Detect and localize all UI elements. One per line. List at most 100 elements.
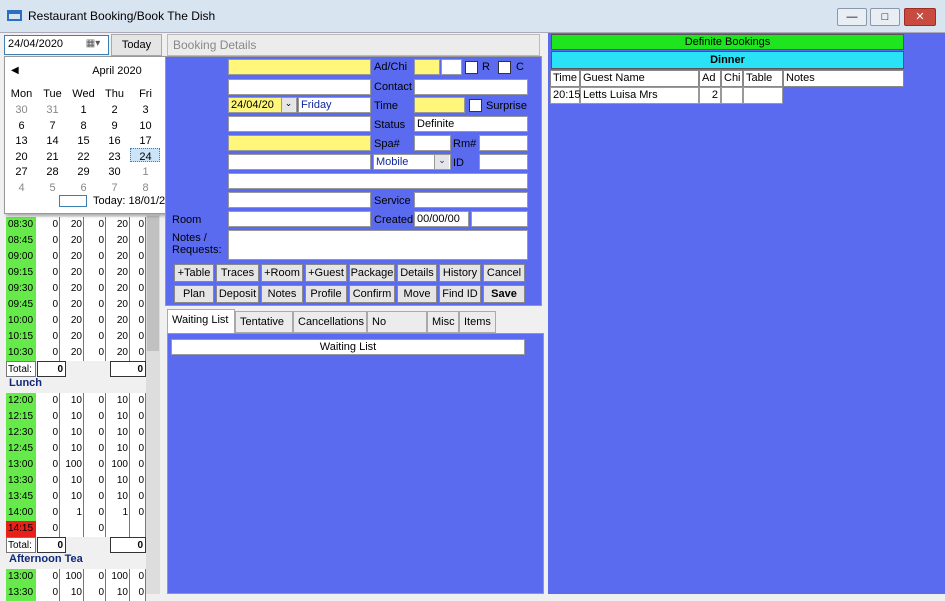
calendar-day[interactable]: 1 xyxy=(68,104,99,116)
adults-field[interactable] xyxy=(414,59,440,75)
slot-count[interactable]: 0 xyxy=(130,265,146,281)
slot-count[interactable]: 0 xyxy=(36,505,60,521)
slot-count[interactable]: 0 xyxy=(84,441,106,457)
grid-row[interactable]: 10:00 0 20 0 20 0 xyxy=(6,313,146,329)
calendar-day[interactable]: 7 xyxy=(37,120,68,132)
grid-scrollbar-thumb[interactable] xyxy=(147,216,159,351)
slot-count[interactable]: 0 xyxy=(130,409,146,425)
room-button[interactable]: +Room xyxy=(261,264,303,282)
slot-count[interactable]: 0 xyxy=(84,249,106,265)
slot-count[interactable]: 20 xyxy=(60,265,84,281)
booking-date-field[interactable]: 24/04/20 ⌄ xyxy=(228,97,297,113)
column-header[interactable]: Chi xyxy=(721,70,743,87)
grid-row[interactable]: 12:45 0 10 0 10 0 xyxy=(6,441,146,457)
slot-count[interactable]: 20 xyxy=(106,281,130,297)
slot-count[interactable]: 10 xyxy=(106,441,130,457)
slot-count[interactable]: 0 xyxy=(130,505,146,521)
mobile-field[interactable] xyxy=(228,154,371,170)
booking-cell[interactable]: 2 xyxy=(699,87,721,104)
time-slot[interactable]: 09:45 xyxy=(6,297,36,313)
contact-field[interactable] xyxy=(414,79,528,95)
slot-count[interactable]: 100 xyxy=(60,569,84,585)
chevron-down-icon[interactable]: ⌄ xyxy=(281,98,295,112)
slot-count[interactable]: 0 xyxy=(130,473,146,489)
grid-row[interactable]: 12:15 0 10 0 10 0 xyxy=(6,409,146,425)
slot-count[interactable]: 0 xyxy=(130,457,146,473)
slot-count[interactable]: 10 xyxy=(60,585,84,601)
time-slot[interactable]: 14:15 xyxy=(6,521,36,537)
slot-count[interactable]: 0 xyxy=(36,345,60,361)
slot-count[interactable]: 0 xyxy=(36,569,60,585)
time-slot[interactable]: 13:30 xyxy=(6,585,36,601)
slot-count[interactable]: 20 xyxy=(106,249,130,265)
details-button[interactable]: Details xyxy=(397,264,437,282)
time-slot[interactable]: 12:45 xyxy=(6,441,36,457)
slot-count[interactable]: 20 xyxy=(106,297,130,313)
calendar-day[interactable]: 4 xyxy=(6,182,37,194)
column-header[interactable]: Time xyxy=(550,70,580,87)
calendar-day[interactable]: 24 xyxy=(130,151,161,163)
calendar-day[interactable]: 30 xyxy=(99,166,130,178)
phone-field[interactable] xyxy=(228,135,371,151)
time-slot[interactable]: 13:00 xyxy=(6,569,36,585)
room-number-field[interactable] xyxy=(479,135,528,151)
slot-count[interactable]: 10 xyxy=(106,409,130,425)
guest-name-field[interactable] xyxy=(228,59,371,75)
slot-count[interactable]: 10 xyxy=(60,441,84,457)
slot-count[interactable]: 0 xyxy=(84,281,106,297)
slot-count[interactable]: 100 xyxy=(106,569,130,585)
slot-count[interactable]: 20 xyxy=(60,345,84,361)
deposit-button[interactable]: Deposit xyxy=(216,285,259,303)
slot-count[interactable]: 0 xyxy=(130,425,146,441)
calendar-day[interactable]: 14 xyxy=(37,135,68,147)
slot-count[interactable]: 20 xyxy=(60,217,84,233)
grid-row[interactable]: 09:30 0 20 0 20 0 xyxy=(6,281,146,297)
grid-row[interactable]: 09:15 0 20 0 20 0 xyxy=(6,265,146,281)
slot-count[interactable]: 10 xyxy=(106,489,130,505)
time-slot[interactable]: 12:00 xyxy=(6,393,36,409)
children-field[interactable] xyxy=(441,59,462,75)
slot-count[interactable]: 20 xyxy=(60,329,84,345)
spa-field[interactable] xyxy=(414,135,451,151)
slot-count[interactable]: 0 xyxy=(130,585,146,601)
calendar-day[interactable]: 3 xyxy=(130,104,161,116)
calendar-day[interactable]: 8 xyxy=(68,120,99,132)
address-field[interactable] xyxy=(228,192,371,208)
calendar-day[interactable]: 17 xyxy=(130,135,161,147)
calendar-dropdown-icon[interactable]: ▦▾ xyxy=(81,38,105,52)
date-picker-input[interactable]: 24/04/2020 ▦▾ xyxy=(4,35,109,55)
slot-count[interactable]: 0 xyxy=(130,393,146,409)
booking-cell[interactable]: Letts Luisa Mrs xyxy=(580,87,699,104)
column-header[interactable]: Notes xyxy=(783,70,904,87)
slot-count[interactable]: 0 xyxy=(130,217,146,233)
slot-count[interactable]: 10 xyxy=(60,425,84,441)
calendar-day[interactable]: 8 xyxy=(130,182,161,194)
slot-count[interactable]: 1 xyxy=(106,505,130,521)
tab-misc[interactable]: Misc xyxy=(427,311,459,333)
findid-button[interactable]: Find ID xyxy=(439,285,481,303)
minimize-button[interactable]: — xyxy=(837,8,867,26)
slot-count[interactable]: 10 xyxy=(106,393,130,409)
slot-count[interactable]: 10 xyxy=(106,585,130,601)
time-slot[interactable]: 10:00 xyxy=(6,313,36,329)
grid-row[interactable]: 14:00 0 1 0 1 0 xyxy=(6,505,146,521)
calendar-day[interactable]: 29 xyxy=(68,166,99,178)
slot-count[interactable]: 0 xyxy=(130,569,146,585)
slot-count[interactable]: 0 xyxy=(36,473,60,489)
service-field[interactable] xyxy=(414,192,528,208)
slot-count[interactable]: 0 xyxy=(36,281,60,297)
plan-button[interactable]: Plan xyxy=(174,285,214,303)
slot-count[interactable]: 100 xyxy=(106,457,130,473)
slot-count[interactable]: 0 xyxy=(130,281,146,297)
grid-row[interactable]: 08:45 0 20 0 20 0 xyxy=(6,233,146,249)
slot-count[interactable]: 0 xyxy=(84,569,106,585)
history-button[interactable]: History xyxy=(439,264,481,282)
slot-count[interactable]: 20 xyxy=(60,249,84,265)
booking-cell[interactable] xyxy=(721,87,743,104)
calendar-day[interactable]: 20 xyxy=(6,151,37,163)
calendar-day[interactable]: 22 xyxy=(68,151,99,163)
tab-cancellations[interactable]: Cancellations xyxy=(293,311,367,333)
email-field[interactable] xyxy=(228,173,528,189)
slot-count[interactable]: 20 xyxy=(106,265,130,281)
cancel-button[interactable]: Cancel xyxy=(483,264,525,282)
